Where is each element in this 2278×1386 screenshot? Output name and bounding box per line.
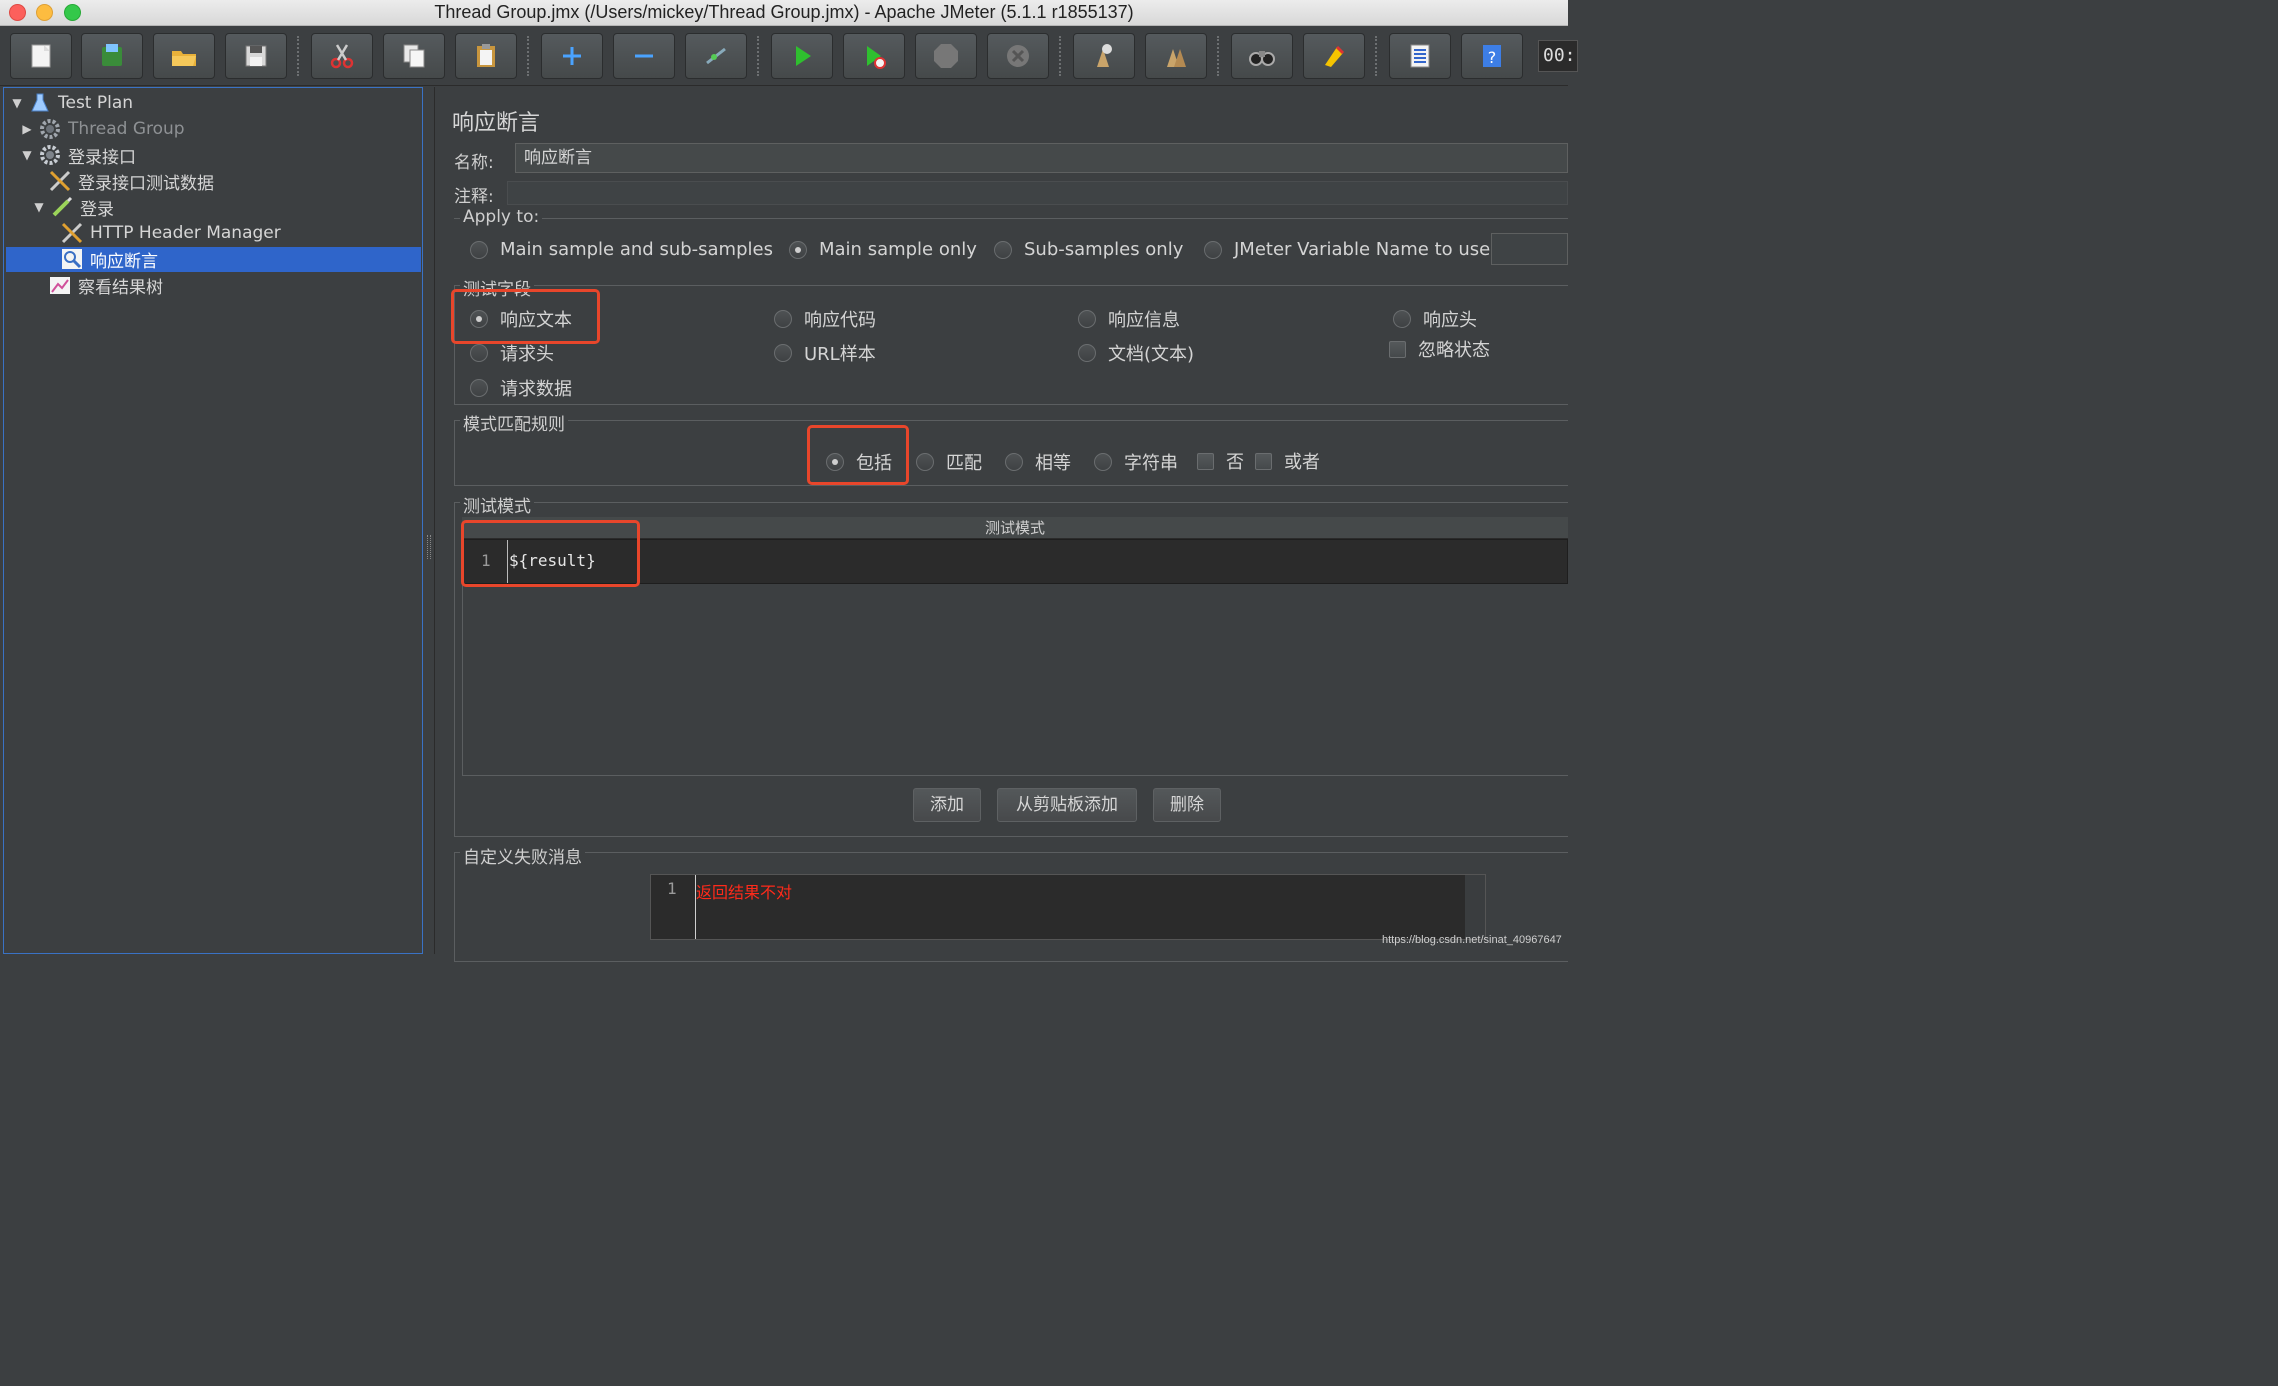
stop-icon[interactable] — [915, 33, 977, 79]
patterns-legend: 测试模式 — [460, 492, 534, 517]
start-icon[interactable] — [771, 33, 833, 79]
clear-icon[interactable] — [1073, 33, 1135, 79]
failure-message-editor[interactable]: 1 返回结果不对 — [650, 874, 1486, 940]
copy-icon[interactable] — [383, 33, 445, 79]
highlight-box-pattern — [461, 520, 640, 587]
split-divider[interactable] — [423, 87, 435, 954]
delete-button[interactable]: 删除 — [1153, 788, 1221, 822]
config-wrench-icon — [48, 169, 72, 193]
tree-item-thread-group[interactable]: ▶ Thread Group — [20, 116, 185, 142]
rule-or-checkbox[interactable]: 或者 — [1255, 448, 1320, 474]
templates-icon[interactable] — [81, 33, 143, 79]
magnifier-icon — [60, 247, 84, 271]
window-title: Thread Group.jmx (/Users/mickey/Thread G… — [434, 2, 1134, 22]
tree-item-test-plan[interactable]: ▼ Test Plan — [10, 90, 133, 116]
shutdown-icon[interactable] — [987, 33, 1049, 79]
tree-item-login[interactable]: ▼ 登录 — [32, 194, 114, 220]
help-icon[interactable]: ? — [1461, 33, 1523, 79]
add-button[interactable]: 添加 — [913, 788, 981, 822]
title-bar: Thread Group.jmx (/Users/mickey/Thread G… — [0, 0, 1568, 26]
rule-not-checkbox[interactable]: 否 — [1197, 448, 1244, 474]
start-no-pause-icon[interactable] — [843, 33, 905, 79]
config-wrench-icon — [60, 221, 84, 245]
expand-icon[interactable] — [541, 33, 603, 79]
tree-item-http-header-manager[interactable]: HTTP Header Manager — [60, 220, 281, 246]
open-icon[interactable] — [153, 33, 215, 79]
comment-label: 注释: — [454, 187, 494, 207]
apply-jmeter-variable-radio[interactable]: JMeter Variable Name to use — [1204, 239, 1490, 260]
tree-item-view-results-tree[interactable]: 察看结果树 — [48, 272, 163, 298]
field-url-sample-radio[interactable]: URL样本 — [774, 340, 876, 366]
gear-icon — [38, 143, 62, 167]
new-icon[interactable] — [10, 33, 72, 79]
cut-icon[interactable] — [311, 33, 373, 79]
clear-all-icon[interactable] — [1145, 33, 1207, 79]
failure-editor-scrollbar[interactable] — [1465, 875, 1485, 939]
toggle-icon[interactable] — [685, 33, 747, 79]
add-from-clipboard-button[interactable]: 从剪贴板添加 — [997, 788, 1137, 822]
failure-line-number: 1 — [667, 879, 677, 898]
patterns-table-empty-area[interactable] — [462, 584, 1568, 776]
tree-item-login-test-data[interactable]: 登录接口测试数据 — [48, 168, 214, 194]
panel-title: 响应断言 — [452, 111, 541, 136]
split-grip[interactable] — [427, 535, 431, 559]
flask-icon — [28, 91, 52, 115]
apply-main-only-radio[interactable]: Main sample only — [789, 239, 977, 260]
rule-substring-radio[interactable]: 字符串 — [1094, 449, 1178, 475]
tree-item-login-interface[interactable]: ▼ 登录接口 — [20, 142, 136, 168]
sampler-pen-icon — [50, 195, 74, 219]
field-response-message-radio[interactable]: 响应信息 — [1078, 306, 1180, 332]
test-plan-tree: ▼ Test Plan ▶ Thread Group ▼ 登录接口 登录接口测试… — [3, 87, 423, 954]
field-document-text-radio[interactable]: 文档(文本) — [1078, 340, 1194, 366]
collapse-icon[interactable] — [613, 33, 675, 79]
field-response-headers-radio[interactable]: 响应头 — [1393, 306, 1477, 332]
save-icon[interactable] — [225, 33, 287, 79]
gear-icon — [38, 117, 62, 141]
search-icon[interactable] — [1231, 33, 1293, 79]
pattern-rules-legend: 模式匹配规则 — [460, 410, 568, 435]
toolbar: ? 00: — [0, 26, 1578, 86]
rule-equals-radio[interactable]: 相等 — [1005, 449, 1071, 475]
rule-matches-radio[interactable]: 匹配 — [916, 449, 982, 475]
assertion-panel: 响应断言 名称: 响应断言 注释: Apply to: Main sample … — [436, 87, 1568, 962]
apply-to-legend: Apply to: — [460, 207, 543, 227]
reset-search-icon[interactable] — [1303, 33, 1365, 79]
svg-text:?: ? — [1488, 48, 1497, 67]
field-request-data-radio[interactable]: 请求数据 — [470, 375, 572, 401]
apply-sub-only-radio[interactable]: Sub-samples only — [994, 239, 1183, 260]
field-response-code-radio[interactable]: 响应代码 — [774, 306, 876, 332]
elapsed-timer: 00: — [1538, 40, 1578, 72]
comment-field[interactable] — [507, 181, 1568, 205]
expand-arrow-icon[interactable]: ▼ — [20, 148, 34, 162]
highlight-box-response-text — [451, 289, 600, 344]
failure-message-legend: 自定义失败消息 — [460, 843, 585, 868]
function-helper-icon[interactable] — [1389, 33, 1451, 79]
expand-arrow-icon[interactable]: ▼ — [32, 200, 46, 214]
tree-item-response-assertion[interactable]: 响应断言 — [60, 246, 158, 272]
collapse-arrow-icon[interactable]: ▶ — [20, 122, 34, 136]
failure-message-value[interactable]: 返回结果不对 — [696, 879, 792, 903]
ignore-status-checkbox[interactable]: 忽略状态 — [1389, 336, 1490, 362]
name-label: 名称: — [454, 153, 494, 173]
name-field[interactable]: 响应断言 — [515, 143, 1568, 173]
expand-arrow-icon[interactable]: ▼ — [10, 96, 24, 110]
watermark: https://blog.csdn.net/sinat_40967647 — [1382, 934, 1562, 946]
apply-main-and-sub-radio[interactable]: Main sample and sub-samples — [470, 239, 773, 260]
paste-icon[interactable] — [455, 33, 517, 79]
jmeter-variable-input[interactable] — [1491, 233, 1568, 265]
chart-icon — [48, 273, 72, 297]
highlight-box-contains — [807, 425, 909, 485]
